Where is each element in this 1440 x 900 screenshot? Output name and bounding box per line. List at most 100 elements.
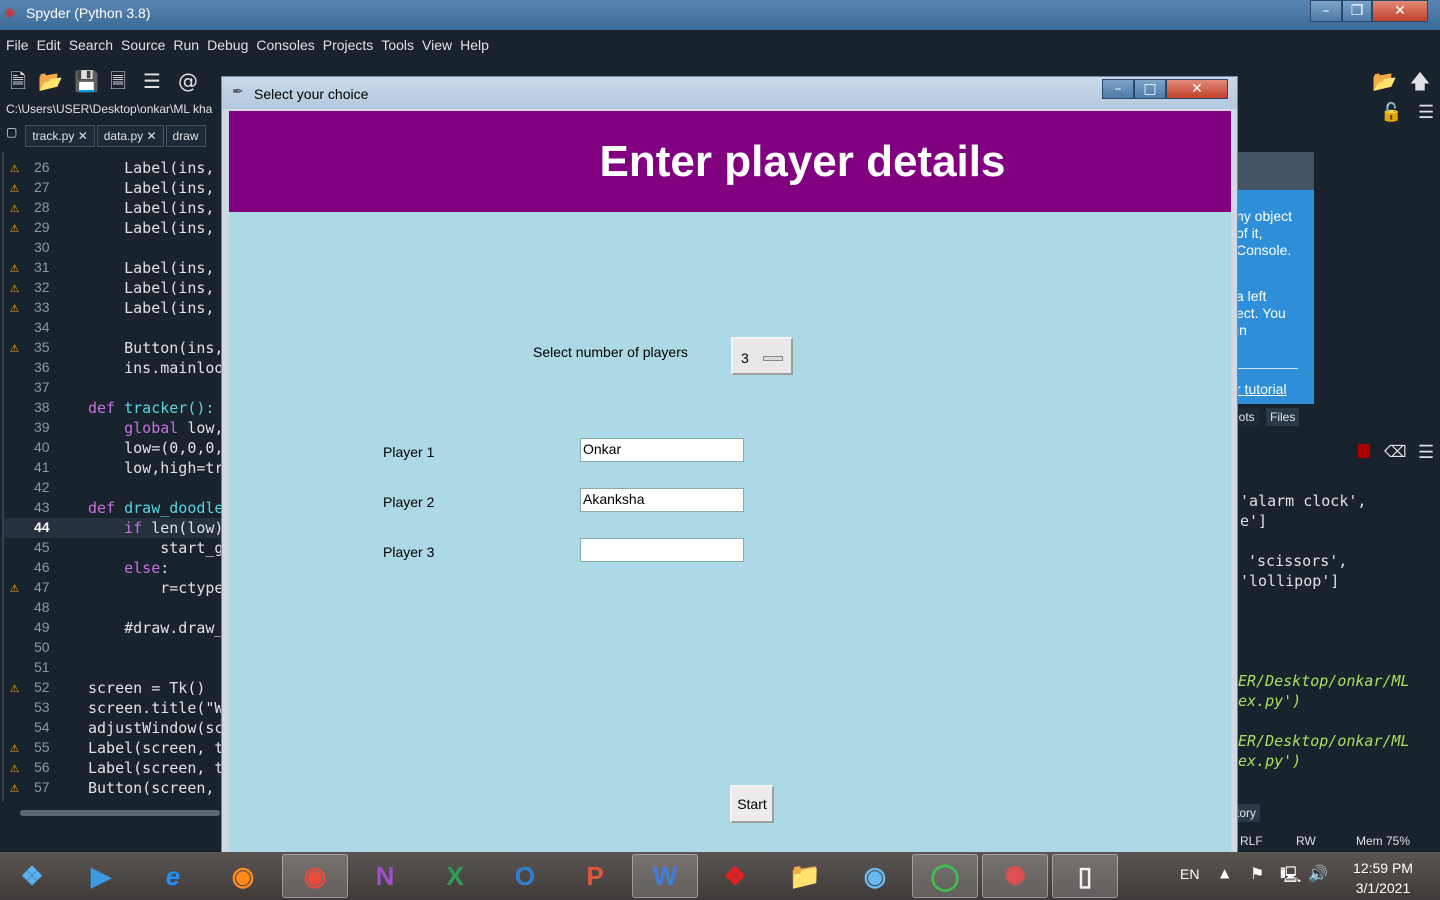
code-line[interactable]: 39 global low, xyxy=(4,418,224,438)
language-indicator[interactable]: EN xyxy=(1180,866,1199,882)
maximize-button[interactable]: ❐ xyxy=(1342,0,1372,22)
code-line[interactable]: 41 low,high=tr xyxy=(4,458,224,478)
warning-icon[interactable]: ⚠ xyxy=(10,218,19,236)
options-menu-icon[interactable]: ☰ xyxy=(1418,102,1434,123)
warning-icon[interactable]: ⚠ xyxy=(10,258,19,276)
anaconda-icon[interactable]: ◯ xyxy=(912,854,978,898)
menu-view[interactable]: View xyxy=(422,37,452,53)
warning-icon[interactable]: ⚠ xyxy=(10,178,19,196)
dialog-minimize-button[interactable]: – xyxy=(1102,79,1134,99)
show-hidden-icons-icon[interactable]: ▲ xyxy=(1220,866,1229,880)
onenote-icon[interactable]: N xyxy=(352,854,418,898)
dialog-close-button[interactable]: ✕ xyxy=(1166,79,1228,99)
code-line[interactable]: ⚠ 56 Label(screen, t xyxy=(4,758,224,778)
menu-search[interactable]: Search xyxy=(69,37,113,53)
new-file-icon[interactable]: 🗎 xyxy=(6,70,30,92)
menu-source[interactable]: Source xyxy=(121,37,165,53)
code-line[interactable]: 50 xyxy=(4,638,224,658)
warning-icon[interactable]: ⚠ xyxy=(10,298,19,316)
code-line[interactable]: 46 else: xyxy=(4,558,224,578)
code-line[interactable]: ⚠ 35 Button(ins, xyxy=(4,338,224,358)
warning-icon[interactable]: ⚠ xyxy=(10,678,19,696)
code-line[interactable]: 42 xyxy=(4,478,224,498)
code-line[interactable]: ⚠ 29 Label(ins, xyxy=(4,218,224,238)
file-explorer-icon[interactable]: 📁 xyxy=(772,854,838,898)
save-all-icon[interactable]: 🗏 xyxy=(106,70,130,92)
player-2-input[interactable]: Akanksha xyxy=(580,488,744,512)
code-editor[interactable]: ⚠ 26 Label(ins, ⚠ 27 Label(ins, ⚠ 28 Label(in… xyxy=(2,152,224,802)
word-icon[interactable]: W xyxy=(632,854,698,898)
internet-explorer-icon[interactable]: e xyxy=(140,854,206,898)
tab-draw[interactable]: draw xyxy=(165,125,206,147)
code-line[interactable]: 51 xyxy=(4,658,224,678)
code-line[interactable]: ⚠ 26 Label(ins, xyxy=(4,158,224,178)
code-line[interactable]: ⚠ 31 Label(ins, xyxy=(4,258,224,278)
warning-icon[interactable]: ⚠ xyxy=(10,198,19,216)
warning-icon[interactable]: ⚠ xyxy=(10,278,19,296)
code-line[interactable]: ⚠ 32 Label(ins, xyxy=(4,278,224,298)
dialog-maximize-button[interactable]: □ xyxy=(1134,79,1166,99)
close-button[interactable]: ✕ xyxy=(1372,0,1428,22)
code-line[interactable]: 40 low=(0,0,0, xyxy=(4,438,224,458)
save-icon[interactable]: 💾 xyxy=(74,70,99,92)
volume-icon[interactable]: 🔊 xyxy=(1308,864,1328,883)
outlook-icon[interactable]: O xyxy=(492,854,558,898)
menu-edit[interactable]: Edit xyxy=(37,37,61,53)
lock-icon[interactable]: 🔓 xyxy=(1380,102,1402,123)
spyder-taskbar-icon[interactable]: ✺ xyxy=(982,854,1048,898)
code-line[interactable]: 44 if len(low) xyxy=(4,518,224,538)
warning-icon[interactable]: ⚠ xyxy=(10,338,19,356)
chrome-icon[interactable]: ◉ xyxy=(282,854,348,898)
code-line[interactable]: ⚠ 57 Button(screen, xyxy=(4,778,224,798)
player-1-input[interactable]: Onkar xyxy=(580,438,744,462)
browse-folder-icon[interactable]: 📂 xyxy=(1372,70,1397,92)
menu-tools[interactable]: Tools xyxy=(381,37,414,53)
tab-files[interactable]: Files xyxy=(1266,408,1300,426)
warning-icon[interactable]: ⚠ xyxy=(10,758,19,776)
editor-horizontal-scrollbar[interactable] xyxy=(0,806,225,820)
code-line[interactable]: 43 def draw_doodle xyxy=(4,498,224,518)
media-player-icon[interactable]: ▶ xyxy=(68,854,134,898)
up-arrow-icon[interactable]: 🡅 xyxy=(1408,70,1432,92)
code-line[interactable]: 45 start_g xyxy=(4,538,224,558)
code-line[interactable]: ⚠ 28 Label(ins, xyxy=(4,198,224,218)
code-line[interactable]: 38 def tracker(): xyxy=(4,398,224,418)
tkinter-window-icon[interactable]: ▯ xyxy=(1052,854,1118,898)
action-center-flag-icon[interactable]: ⚑ xyxy=(1250,864,1264,883)
menu-run[interactable]: Run xyxy=(173,37,199,53)
code-line[interactable]: ⚠ 47 r=ctype xyxy=(4,578,224,598)
menu-projects[interactable]: Projects xyxy=(323,37,374,53)
acrobat-icon[interactable]: ❖ xyxy=(702,854,768,898)
tutorial-link[interactable]: r tutorial xyxy=(1236,381,1287,398)
excel-icon[interactable]: X xyxy=(422,854,488,898)
code-line[interactable]: 30 xyxy=(4,238,224,258)
stop-icon[interactable] xyxy=(1358,444,1370,458)
code-line[interactable]: ⚠ 33 Label(ins, xyxy=(4,298,224,318)
warning-icon[interactable]: ⚠ xyxy=(10,578,19,596)
menu-consoles[interactable]: Consoles xyxy=(256,37,314,53)
menu-help[interactable]: Help xyxy=(460,37,489,53)
system-clock[interactable]: 12:59 PM 3/1/2021 xyxy=(1338,858,1428,898)
code-line[interactable]: 49 #draw.draw_ xyxy=(4,618,224,638)
code-line[interactable]: ⚠ 55 Label(screen, t xyxy=(4,738,224,758)
code-line[interactable]: ⚠ 52 screen = Tk() xyxy=(4,678,224,698)
tab-track[interactable]: track.py ✕ xyxy=(25,125,95,147)
scrollbar-thumb[interactable] xyxy=(20,810,220,816)
at-icon[interactable]: @ xyxy=(176,70,200,92)
open-folder-icon[interactable]: 📂 xyxy=(38,70,63,92)
menu-file[interactable]: File xyxy=(6,37,29,53)
code-line[interactable]: 36 ins.mainloo xyxy=(4,358,224,378)
player-3-input[interactable] xyxy=(580,538,744,562)
code-line[interactable]: ⚠ 27 Label(ins, xyxy=(4,178,224,198)
firefox-icon[interactable]: ◉ xyxy=(210,854,276,898)
eraser-icon[interactable]: ⌫ xyxy=(1384,442,1407,462)
warning-icon[interactable]: ⚠ xyxy=(10,158,19,176)
code-line[interactable]: 34 xyxy=(4,318,224,338)
code-line[interactable]: 54 adjustWindow(sc xyxy=(4,718,224,738)
menu-debug[interactable]: Debug xyxy=(207,37,248,53)
num-players-select[interactable]: 3 xyxy=(731,337,793,375)
code-line[interactable]: 48 xyxy=(4,598,224,618)
console-options-icon[interactable]: ☰ xyxy=(1418,442,1434,463)
warning-icon[interactable]: ⚠ xyxy=(10,778,19,796)
ipython-console[interactable]: 'alarm clock', e'] 'scissors', 'lollipop… xyxy=(1232,490,1440,810)
